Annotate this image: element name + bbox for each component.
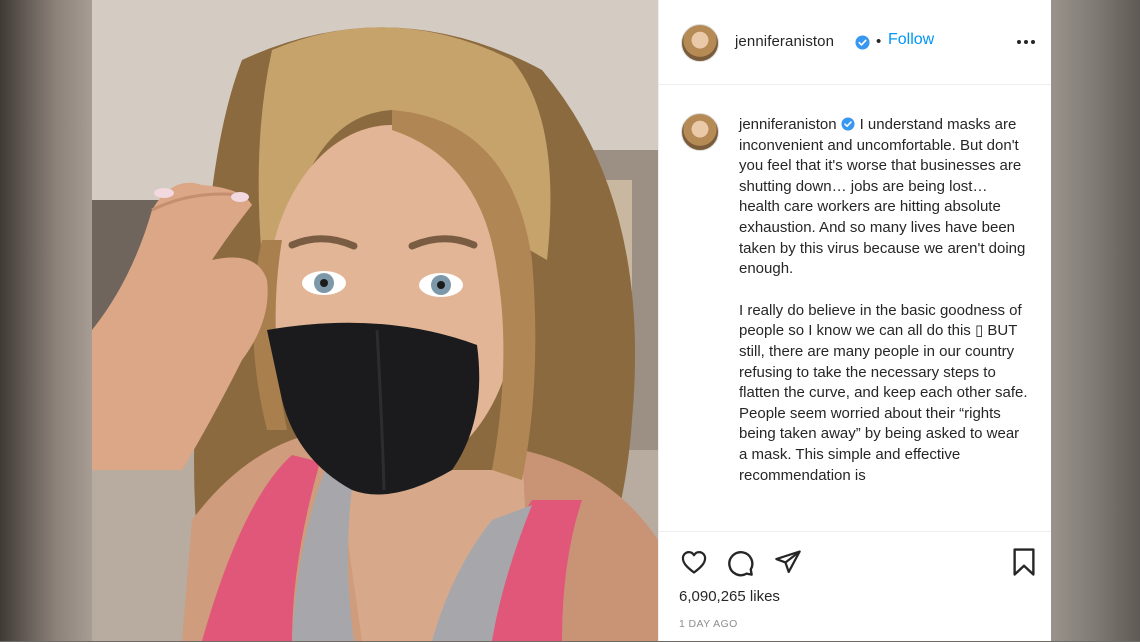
caption-username[interactable]: jenniferaniston	[739, 116, 837, 133]
caption-text-2: I really do believe in the basic goodnes…	[739, 301, 1028, 484]
comment-icon[interactable]	[725, 548, 755, 578]
post-caption: jenniferaniston I understand masks are in…	[739, 115, 1029, 507]
caption-text-1: I understand masks are inconvenient and …	[739, 116, 1026, 278]
header-username[interactable]: jenniferaniston	[735, 33, 834, 50]
heart-icon[interactable]	[679, 548, 709, 576]
bookmark-icon[interactable]	[1011, 547, 1037, 577]
caption-avatar[interactable]	[681, 113, 719, 151]
caption-paragraph-1: jenniferaniston I understand masks are in…	[739, 115, 1029, 280]
caption-area: jenniferaniston I understand masks are in…	[659, 85, 1051, 531]
verified-badge-icon	[855, 35, 870, 50]
author-avatar[interactable]	[681, 24, 719, 62]
blurred-background-left	[0, 0, 92, 641]
post-header: jenniferaniston • Follow	[659, 0, 1051, 85]
caption-paragraph-2: I really do believe in the basic goodnes…	[739, 301, 1029, 486]
share-icon[interactable]	[773, 548, 803, 576]
post-timestamp[interactable]: 1 DAY AGO	[679, 618, 738, 630]
post-actions: 6,090,265 likes 1 DAY AGO	[659, 531, 1051, 642]
post-photo	[92, 0, 658, 641]
blurred-background-right	[1050, 0, 1140, 641]
post-panel: jenniferaniston • Follow jenniferaniston…	[658, 0, 1051, 641]
header-separator: •	[876, 33, 882, 50]
follow-button[interactable]: Follow	[888, 31, 934, 49]
like-count[interactable]: 6,090,265 likes	[679, 588, 780, 605]
more-options-icon[interactable]	[1017, 34, 1039, 50]
verified-badge-icon	[841, 117, 855, 131]
